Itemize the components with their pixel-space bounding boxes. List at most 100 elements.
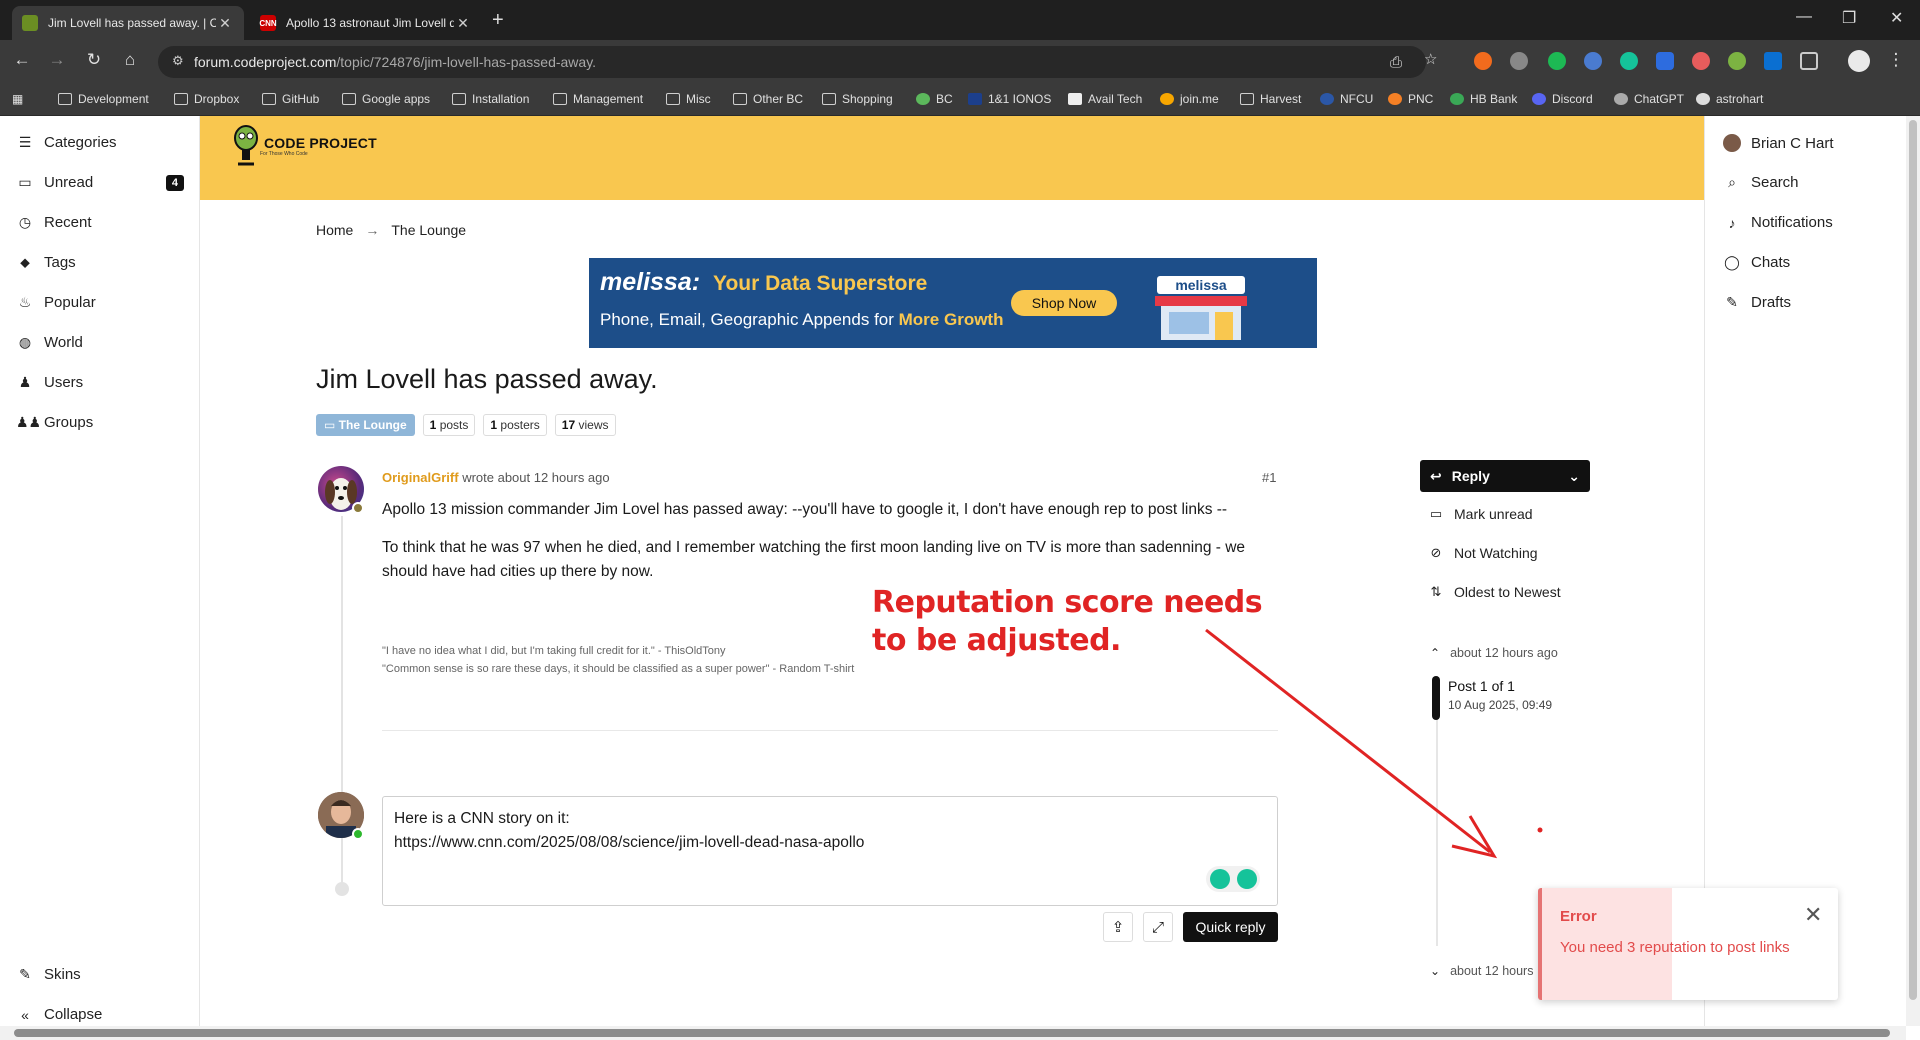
- grammarly-widget[interactable]: [1206, 866, 1260, 892]
- extension-icon[interactable]: [1584, 52, 1602, 70]
- bookmark-link[interactable]: HB Bank: [1450, 92, 1517, 106]
- bookmark-folder[interactable]: Installation: [452, 92, 529, 106]
- bookmark-link[interactable]: 1&1 IONOS: [968, 92, 1051, 106]
- user-profile-link[interactable]: Brian C Hart: [1723, 134, 1834, 152]
- watching-toggle[interactable]: ⊘ Not Watching: [1428, 545, 1538, 561]
- sidebar-item-unread[interactable]: ▭ Unread 4: [16, 174, 184, 191]
- extension-icon[interactable]: [1692, 52, 1710, 70]
- bookmark-folder[interactable]: Google apps: [342, 92, 430, 106]
- bookmark-folder[interactable]: Misc: [666, 92, 711, 106]
- install-app-icon[interactable]: ⎙: [1390, 54, 1402, 71]
- vertical-scrollbar[interactable]: [1906, 116, 1920, 1026]
- zoom-extension-icon[interactable]: [1656, 52, 1674, 70]
- horizontal-scrollbar[interactable]: [0, 1026, 1906, 1040]
- ad-banner[interactable]: melissa: Your Data Superstore Phone, Ema…: [589, 258, 1317, 348]
- extension-icon[interactable]: [1764, 52, 1782, 70]
- menu-kebab-icon[interactable]: ⋮: [1884, 50, 1908, 70]
- sidebar-item-popular[interactable]: ♨ Popular: [16, 294, 184, 311]
- extension-icon[interactable]: [1510, 52, 1528, 70]
- timeline-handle[interactable]: [1432, 676, 1440, 720]
- close-tab-icon[interactable]: ✕: [216, 15, 234, 32]
- sidebar-item-skins[interactable]: ✎ Skins: [16, 966, 184, 983]
- back-icon[interactable]: ←: [10, 50, 34, 70]
- search-link[interactable]: ⌕ Search: [1723, 174, 1798, 191]
- close-tab-icon[interactable]: ✕: [454, 15, 472, 32]
- bookmark-link[interactable]: Discord: [1532, 92, 1593, 106]
- minimize-icon[interactable]: —: [1796, 8, 1812, 26]
- scrollbar-thumb[interactable]: [14, 1029, 1890, 1037]
- sidebar-item-users[interactable]: ♟ Users: [16, 374, 184, 391]
- quick-reply-button[interactable]: Quick reply: [1183, 912, 1278, 942]
- bookmark-link[interactable]: BC: [916, 92, 953, 106]
- bookmark-folder[interactable]: Dropbox: [174, 92, 239, 106]
- bookmark-folder[interactable]: Harvest: [1240, 92, 1301, 106]
- bookmark-link[interactable]: Avail Tech: [1068, 92, 1142, 106]
- grammarly-icon[interactable]: [1236, 869, 1257, 889]
- bookmark-folder[interactable]: Other BC: [733, 92, 803, 106]
- sidebar-item-categories[interactable]: ☰ Categories: [16, 134, 184, 151]
- toast-message: You need 3 reputation to post links: [1560, 939, 1790, 956]
- extensions-puzzle-icon[interactable]: [1800, 52, 1818, 70]
- extension-icon[interactable]: [1474, 52, 1492, 70]
- post-signature: "I have no idea what I did, but I'm taki…: [382, 642, 854, 678]
- url-input[interactable]: ⚙ forum.codeproject.com/topic/724876/jim…: [158, 46, 1426, 78]
- bookmark-link[interactable]: join.me: [1160, 92, 1219, 106]
- bookmark-folder[interactable]: GitHub: [262, 92, 319, 106]
- breadcrumb-current[interactable]: The Lounge: [391, 222, 466, 238]
- scrollbar-thumb[interactable]: [1909, 120, 1917, 1000]
- chats-link[interactable]: ◯ Chats: [1723, 254, 1790, 271]
- bookmark-link[interactable]: NFCU: [1320, 92, 1373, 106]
- lightbulb-icon[interactable]: [1209, 869, 1230, 889]
- grammarly-extension-icon[interactable]: [1620, 52, 1638, 70]
- timeline-top[interactable]: ⌃ about 12 hours ago: [1430, 646, 1558, 660]
- upload-button[interactable]: ⇪: [1103, 912, 1133, 942]
- bookmark-link[interactable]: PNC: [1388, 92, 1433, 106]
- post-number[interactable]: #1: [1262, 470, 1276, 485]
- site-info-icon[interactable]: ⚙: [172, 53, 184, 69]
- extension-icon[interactable]: [1728, 52, 1746, 70]
- annotation-text: Reputation score needs to be adjusted.: [872, 585, 1263, 658]
- reply-textarea[interactable]: Here is a CNN story on it: https://www.c…: [382, 796, 1278, 906]
- shop-now-button[interactable]: Shop Now: [1011, 290, 1117, 316]
- breadcrumb-home[interactable]: Home: [316, 222, 353, 238]
- close-window-icon[interactable]: ✕: [1890, 8, 1903, 28]
- reload-icon[interactable]: ↻: [82, 50, 106, 70]
- chevron-down-icon[interactable]: ⌄: [1568, 468, 1580, 485]
- timeline-bottom[interactable]: ⌄ about 12 hours: [1430, 964, 1533, 978]
- bookmark-folder[interactable]: Shopping: [822, 92, 893, 106]
- ad-headline: Your Data Superstore: [713, 272, 928, 295]
- sort-dropdown[interactable]: ⇅ Oldest to Newest: [1428, 584, 1561, 600]
- codeproject-favicon-icon: [22, 15, 38, 31]
- category-badge[interactable]: ▭ The Lounge: [316, 414, 415, 436]
- bookmark-link[interactable]: ChatGPT: [1614, 92, 1684, 106]
- reply-button[interactable]: ↩ Reply ⌄: [1420, 460, 1590, 492]
- bookmark-star-icon[interactable]: ☆: [1424, 50, 1437, 68]
- expand-composer-button[interactable]: ⤢: [1143, 912, 1173, 942]
- sidebar-collapse[interactable]: «Collapse: [16, 1006, 184, 1023]
- bell-slash-icon: ⊘: [1430, 545, 1442, 560]
- close-icon[interactable]: ✕: [1804, 902, 1822, 928]
- sidebar-item-recent[interactable]: ◷ Recent: [16, 214, 184, 231]
- home-icon[interactable]: ⌂: [118, 50, 142, 70]
- drafts-link[interactable]: ✎ Drafts: [1723, 294, 1791, 311]
- notifications-link[interactable]: ♪ Notifications: [1723, 214, 1833, 231]
- sidebar-item-groups[interactable]: ♟♟ Groups: [16, 414, 184, 431]
- sidebar-item-tags[interactable]: ⬥ Tags: [16, 254, 184, 271]
- post-author[interactable]: OriginalGriff: [382, 470, 459, 485]
- codeproject-logo[interactable]: CODE PROJECT For Those Who Code: [232, 124, 377, 168]
- bookmark-folder[interactable]: Development: [58, 92, 149, 106]
- nfcu-icon: [1320, 93, 1334, 105]
- clock-icon: ◷: [18, 214, 32, 230]
- sidebar-item-world[interactable]: ◍ World: [16, 334, 184, 351]
- tab-cnn[interactable]: CNN Apollo 13 astronaut Jim Lovell d ✕: [250, 6, 482, 40]
- profile-avatar-icon[interactable]: [1848, 50, 1870, 72]
- bookmark-folder[interactable]: Management: [553, 92, 643, 106]
- apps-grid-icon[interactable]: ▦: [12, 92, 23, 106]
- bookmark-link[interactable]: astrohart: [1696, 92, 1763, 106]
- forward-icon[interactable]: →: [45, 50, 69, 70]
- restore-icon[interactable]: ❐: [1842, 8, 1856, 28]
- extension-icon[interactable]: [1548, 52, 1566, 70]
- new-tab-icon[interactable]: +: [492, 9, 504, 32]
- mark-unread-button[interactable]: ▭ Mark unread: [1428, 506, 1533, 522]
- tab-codeproject[interactable]: Jim Lovell has passed away. | Cc ✕: [12, 6, 244, 40]
